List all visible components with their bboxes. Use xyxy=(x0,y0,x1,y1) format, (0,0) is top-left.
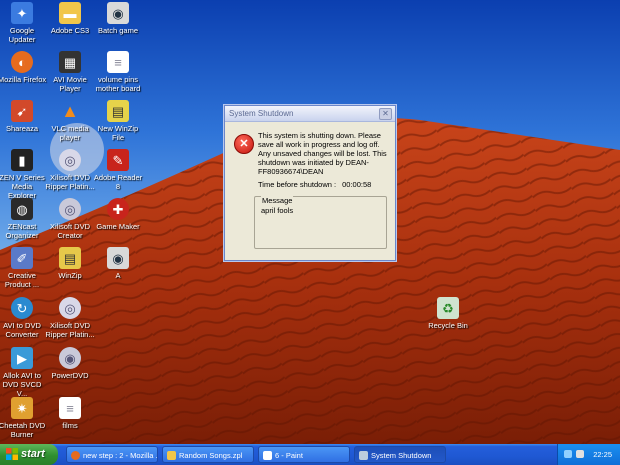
desktop-icon-shareaza[interactable]: ➹ Shareaza xyxy=(0,100,47,133)
message-group: Message april fools xyxy=(254,196,387,249)
dvd-disc-icon: ◎ xyxy=(59,149,81,171)
desktop-icon-xilisoft-ripper-2[interactable]: ◎ Xilisoft DVD Ripper Platin... xyxy=(45,297,95,339)
volume-icon[interactable] xyxy=(576,450,584,458)
desktop-icon-adobe-cs3[interactable]: ▬ Adobe CS3 xyxy=(45,2,95,35)
desktop-icon-new-winzip[interactable]: ▤ New WinZip File xyxy=(93,100,143,142)
desktop-icon-volume-pins[interactable]: ≡ volume pins mother board xyxy=(93,51,143,93)
game-maker-icon: ✚ xyxy=(107,198,129,220)
system-tray: 22:25 xyxy=(557,444,620,465)
dialog-titlebar[interactable]: System Shutdown ✕ xyxy=(225,106,395,122)
dvd-disc-icon: ◎ xyxy=(59,297,81,319)
timer-label: Time before shutdown : xyxy=(258,180,337,189)
desktop-icon-zen-v-series[interactable]: ▮ ZEN V Series Media Explorer xyxy=(0,149,47,200)
desktop-icon-batch-game[interactable]: ◉ Batch game xyxy=(93,2,143,35)
system-shutdown-dialog: System Shutdown ✕ ✕ This system is shutt… xyxy=(224,105,396,261)
desktop-icon-zencast[interactable]: ◍ ZENcast Organizer xyxy=(0,198,47,240)
desktop-icon-cheetah[interactable]: ✷ Cheetah DVD Burner xyxy=(0,397,47,439)
recycle-bin-icon: ♻ xyxy=(437,297,459,319)
taskbar-button-mozilla[interactable]: new step : 2 - Mozilla ... xyxy=(66,446,158,463)
message-content: april fools xyxy=(261,206,294,215)
desktop-icon-xilisoft-creator[interactable]: ◎ Xilisoft DVD Creator xyxy=(45,198,95,240)
taskbar-button-system-shutdown[interactable]: System Shutdown xyxy=(354,446,446,463)
start-label: start xyxy=(21,448,45,460)
desktop-icon-allok[interactable]: ▶ Allok AVI to DVD SVCD V... xyxy=(0,347,47,398)
desktop-icon-game-maker[interactable]: ✚ Game Maker xyxy=(93,198,143,231)
taskbar-button-paint[interactable]: 6 - Paint xyxy=(258,446,350,463)
desktop-icon-vlc[interactable]: ▲ VLC media player xyxy=(45,100,95,143)
desktop-icon-avi-movie-player[interactable]: ▦ AVI Movie Player xyxy=(45,51,95,93)
network-icon[interactable] xyxy=(564,450,572,458)
desktop-icon-google-updater[interactable]: ✦ Google Updater xyxy=(0,2,47,44)
google-updater-icon: ✦ xyxy=(11,2,33,24)
shutdown-message: This system is shutting down. Please sav… xyxy=(258,131,387,176)
firefox-icon: ◐ xyxy=(11,51,33,73)
folder-icon xyxy=(167,451,176,460)
error-icon: ✕ xyxy=(234,134,254,154)
vlc-cone-icon: ▲ xyxy=(61,100,79,121)
firefox-icon xyxy=(71,451,80,460)
close-icon: ✕ xyxy=(382,109,389,118)
desktop-icon-creative-product[interactable]: ✐ Creative Product ... xyxy=(0,247,47,289)
desktop: ✦ Google Updater ▬ Adobe CS3 ◉ Batch gam… xyxy=(0,0,620,444)
desktop-icon-powerdvd[interactable]: ◉ PowerDVD xyxy=(45,347,95,380)
podcast-icon: ◍ xyxy=(11,198,33,220)
creative-icon: ✐ xyxy=(11,247,33,269)
folder-icon: ▬ xyxy=(59,2,81,24)
windows-flag-icon xyxy=(6,448,18,460)
document-icon: ≡ xyxy=(59,397,81,419)
paint-icon xyxy=(263,451,272,460)
dialog-title: System Shutdown xyxy=(229,109,294,118)
allok-icon: ▶ xyxy=(11,347,33,369)
document-icon: ≡ xyxy=(107,51,129,73)
taskbar: start new step : 2 - Mozilla ... Random … xyxy=(0,444,620,465)
clock[interactable]: 22:25 xyxy=(593,444,612,465)
zen-player-icon: ▮ xyxy=(11,149,33,171)
desktop-icon-films[interactable]: ≡ films xyxy=(45,397,95,430)
desktop-icon-winzip[interactable]: ▤ WinZip xyxy=(45,247,95,280)
shareaza-icon: ➹ xyxy=(11,100,33,122)
winzip-icon: ▤ xyxy=(107,100,129,122)
game-window-icon: ◉ xyxy=(107,2,129,24)
cheetah-icon: ✷ xyxy=(11,397,33,419)
game-window-icon: ◉ xyxy=(107,247,129,269)
powerdvd-icon: ◉ xyxy=(59,347,81,369)
desktop-icon-firefox[interactable]: ◐ Mozilla Firefox xyxy=(0,51,47,84)
taskbar-button-random-songs[interactable]: Random Songs.zpl xyxy=(162,446,254,463)
message-group-label: Message xyxy=(261,196,294,205)
desktop-icon-recycle-bin[interactable]: ♻ Recycle Bin xyxy=(423,297,473,330)
pdf-icon: ✎ xyxy=(107,149,129,171)
window-icon xyxy=(359,451,368,460)
desktop-icon-a[interactable]: ◉ A xyxy=(93,247,143,280)
shutdown-timer: Time before shutdown : 00:00:58 xyxy=(258,180,371,189)
desktop-icon-xilisoft-ripper-1[interactable]: ◎ Xilisoft DVD Ripper Platin... xyxy=(45,149,95,191)
timer-value: 00:00:58 xyxy=(342,180,372,189)
close-button[interactable]: ✕ xyxy=(379,108,392,120)
winzip-icon: ▤ xyxy=(59,247,81,269)
desktop-icon-avi-to-dvd[interactable]: ↻ AVI to DVD Converter xyxy=(0,297,47,339)
film-icon: ▦ xyxy=(59,51,81,73)
converter-icon: ↻ xyxy=(11,297,33,319)
desktop-icon-adobe-reader[interactable]: ✎ Adobe Reader 8 xyxy=(93,149,143,191)
dvd-creator-icon: ◎ xyxy=(59,198,81,220)
start-button[interactable]: start xyxy=(0,444,58,465)
